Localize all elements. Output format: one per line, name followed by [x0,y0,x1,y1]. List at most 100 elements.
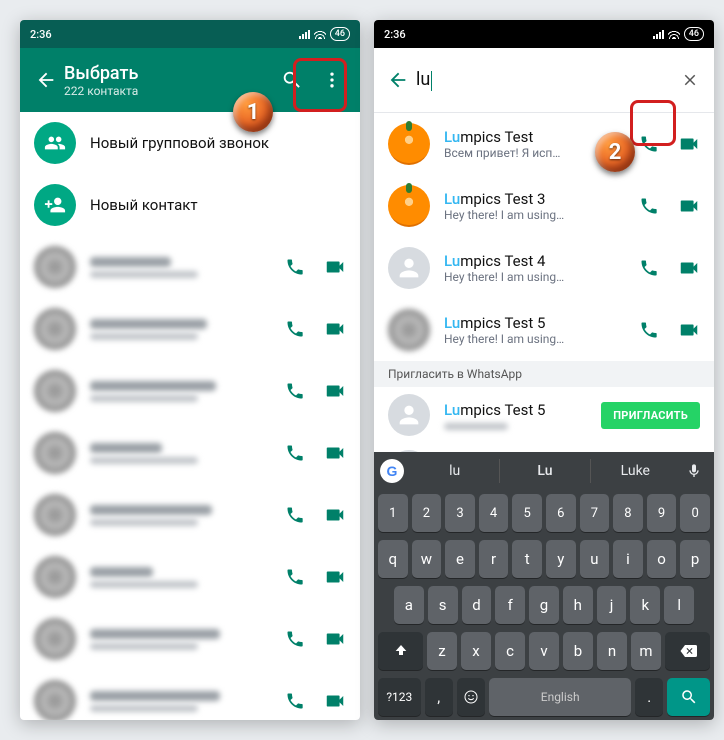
search-input[interactable]: lu [416,69,672,90]
contact-row[interactable]: Lumpics Test 5Hey there! I am using… [374,299,714,361]
video-call-icon[interactable] [678,133,700,155]
key[interactable]: y [546,540,576,578]
key[interactable]: b [563,632,593,670]
wifi-icon [668,27,680,42]
call-icon[interactable] [284,318,306,340]
key[interactable]: 8 [613,494,643,532]
mic-icon[interactable] [680,463,708,479]
key[interactable]: s [428,586,458,624]
key[interactable]: f [495,586,525,624]
more-menu-button[interactable] [312,60,352,100]
contact-row[interactable] [20,670,360,720]
search-button[interactable] [272,60,312,100]
key[interactable]: a [394,586,424,624]
key[interactable]: 9 [647,494,677,532]
contact-row[interactable] [20,546,360,608]
video-call-icon[interactable] [324,380,346,402]
key[interactable]: 1 [378,494,408,532]
call-icon[interactable] [284,628,306,650]
key[interactable]: 0 [680,494,710,532]
call-icon[interactable] [284,442,306,464]
key[interactable]: t [512,540,542,578]
key[interactable]: 5 [512,494,542,532]
key[interactable]: h [563,586,593,624]
call-icon[interactable] [284,380,306,402]
space-key[interactable]: English [489,678,631,716]
avatar [388,185,430,227]
key[interactable]: z [427,632,457,670]
period-key[interactable]: . [635,678,663,716]
call-icon[interactable] [284,256,306,278]
backspace-key[interactable] [665,632,710,670]
key[interactable]: r [479,540,509,578]
key[interactable]: 2 [412,494,442,532]
video-call-icon[interactable] [678,319,700,341]
key[interactable]: 4 [479,494,509,532]
contact-row[interactable]: Lumpics Test 4Hey there! I am using… [374,237,714,299]
call-icon[interactable] [284,504,306,526]
video-call-icon[interactable] [324,690,346,712]
contact-row[interactable] [20,422,360,484]
key[interactable]: w [412,540,442,578]
clear-button[interactable] [672,71,708,89]
key[interactable]: k [630,586,660,624]
video-call-icon[interactable] [324,318,346,340]
invite-button[interactable]: ПРИГЛАСИТЬ [601,402,700,429]
invite-row[interactable]: Lumpics Test 5ПРИГЛАСИТЬ [374,387,714,443]
comma-key[interactable]: , [425,678,453,716]
key[interactable]: i [613,540,643,578]
search-key[interactable] [667,678,710,716]
emoji-key[interactable] [457,678,485,716]
key[interactable]: 6 [546,494,576,532]
symbols-key[interactable]: ?123 [378,678,421,716]
contact-row[interactable] [20,236,360,298]
avatar [34,556,76,598]
key[interactable]: d [462,586,492,624]
video-call-icon[interactable] [324,628,346,650]
contact-row[interactable] [20,360,360,422]
key[interactable]: 3 [445,494,475,532]
call-icon[interactable] [638,319,660,341]
call-icon[interactable] [638,133,660,155]
back-button[interactable] [380,69,416,91]
new-group-call[interactable]: Новый групповой звонок [20,112,360,174]
key[interactable]: l [664,586,694,624]
clock: 2:36 [384,28,406,41]
call-icon[interactable] [284,690,306,712]
key[interactable]: e [445,540,475,578]
call-icon[interactable] [284,566,306,588]
shift-key[interactable] [378,632,423,670]
call-icon[interactable] [638,257,660,279]
key[interactable]: m [631,632,661,670]
contact-row[interactable] [20,298,360,360]
clock: 2:36 [30,28,52,41]
call-icon[interactable] [638,195,660,217]
video-call-icon[interactable] [324,256,346,278]
video-call-icon[interactable] [324,504,346,526]
key[interactable]: o [647,540,677,578]
video-call-icon[interactable] [678,195,700,217]
contact-row[interactable] [20,484,360,546]
video-call-icon[interactable] [324,442,346,464]
suggestion[interactable]: lu [410,459,499,483]
new-contact[interactable]: Новый контакт [20,174,360,236]
back-button[interactable] [28,69,64,91]
contact-row[interactable] [20,608,360,670]
key[interactable]: n [597,632,627,670]
key[interactable]: 7 [580,494,610,532]
key[interactable]: c [495,632,525,670]
key[interactable]: p [680,540,710,578]
suggestion[interactable]: Luke [591,459,680,483]
google-icon[interactable]: G [380,459,404,483]
key[interactable]: x [461,632,491,670]
key[interactable]: g [529,586,559,624]
contact-row[interactable]: Lumpics TestВсем привет! Я исп… [374,113,714,175]
key[interactable]: u [580,540,610,578]
key[interactable]: q [378,540,408,578]
key[interactable]: v [529,632,559,670]
video-call-icon[interactable] [324,566,346,588]
key[interactable]: j [597,586,627,624]
contact-row[interactable]: Lumpics Test 3Hey there! I am using… [374,175,714,237]
suggestion[interactable]: Lu [499,459,590,483]
video-call-icon[interactable] [678,257,700,279]
